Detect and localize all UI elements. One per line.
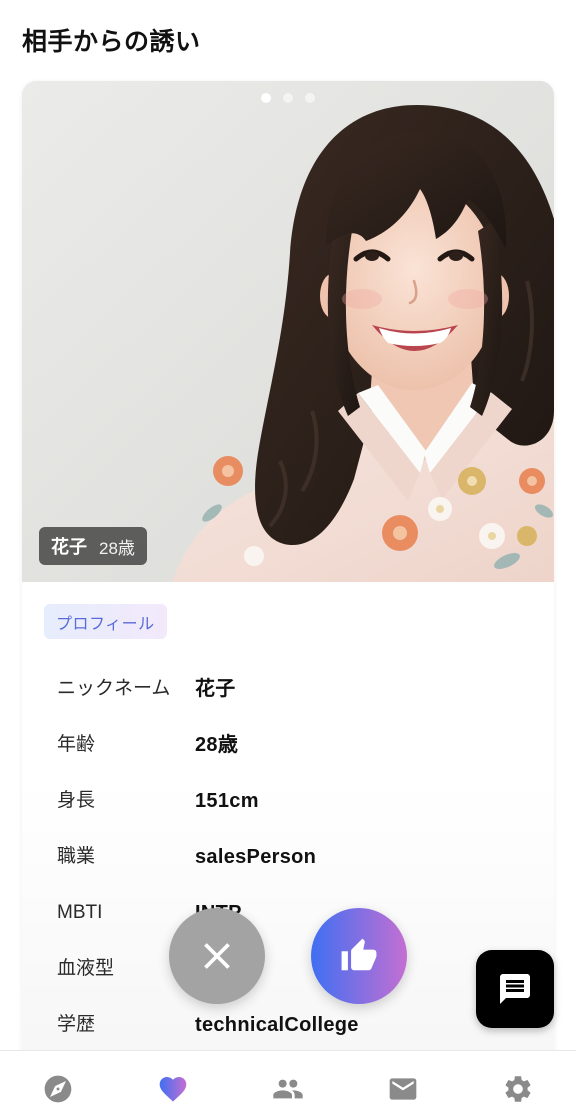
profile-row-nickname: ニックネーム 花子 bbox=[22, 661, 554, 717]
pagination-dot[interactable] bbox=[305, 93, 315, 103]
mail-icon bbox=[389, 1078, 417, 1100]
badge-age: 28歳 bbox=[99, 538, 135, 558]
row-label: ニックネーム bbox=[57, 678, 171, 699]
pagination-dot[interactable] bbox=[261, 93, 271, 103]
pagination-dot[interactable] bbox=[283, 93, 293, 103]
row-label: 職業 bbox=[57, 846, 96, 867]
badge-name: 花子 bbox=[51, 537, 87, 557]
row-value: 28歳 bbox=[195, 734, 239, 756]
row-label: 学歴 bbox=[57, 1014, 96, 1035]
profile-row-mbti: MBTI INTP bbox=[22, 885, 554, 941]
photo-pagination bbox=[22, 93, 554, 103]
thumb-up-icon bbox=[341, 938, 377, 971]
photo-area[interactable]: 花子 28歳 bbox=[22, 81, 554, 582]
row-value: technicalCollege bbox=[195, 1014, 359, 1036]
gear-icon bbox=[505, 1076, 531, 1102]
dislike-button[interactable] bbox=[169, 908, 265, 1004]
profile-row-blood-type: 血液型 bbox=[22, 941, 554, 997]
people-icon bbox=[273, 1079, 303, 1099]
profile-row-education: 学歴 technicalCollege bbox=[22, 997, 554, 1053]
profile-rows: ニックネーム 花子 年齢 28歳 身長 151cm 職業 salesPerson… bbox=[22, 661, 554, 1053]
close-icon bbox=[204, 943, 230, 969]
nav-settings[interactable] bbox=[461, 1051, 576, 1120]
row-value: 花子 bbox=[195, 678, 236, 700]
row-label: 年齢 bbox=[57, 734, 96, 755]
nav-likes[interactable] bbox=[115, 1051, 230, 1120]
like-button[interactable] bbox=[311, 908, 407, 1004]
nav-discover[interactable] bbox=[0, 1051, 115, 1120]
profile-row-age: 年齢 28歳 bbox=[22, 717, 554, 773]
row-value: 151cm bbox=[195, 790, 259, 812]
profile-row-height: 身長 151cm bbox=[22, 773, 554, 829]
nav-messages[interactable] bbox=[346, 1051, 461, 1120]
bottom-nav bbox=[0, 1050, 576, 1120]
row-label: 血液型 bbox=[57, 958, 115, 979]
compass-icon bbox=[44, 1075, 71, 1103]
row-value: salesPerson bbox=[195, 846, 317, 868]
profile-section-tag: プロフィール bbox=[44, 604, 167, 639]
profile-row-occupation: 職業 salesPerson bbox=[22, 829, 554, 885]
chat-button[interactable] bbox=[476, 950, 554, 1028]
row-label: 身長 bbox=[57, 790, 96, 811]
chat-icon bbox=[500, 974, 530, 1004]
profile-card[interactable]: 花子 28歳 プロフィール ニックネーム 花子 年齢 28歳 身長 151cm … bbox=[22, 81, 554, 1071]
nav-friends[interactable] bbox=[230, 1051, 345, 1120]
page-title: 相手からの誘い bbox=[22, 28, 201, 56]
row-label: MBTI bbox=[57, 902, 103, 923]
heart-icon bbox=[159, 1077, 187, 1102]
profile-photo bbox=[22, 81, 554, 582]
name-age-badge: 花子 28歳 bbox=[39, 527, 147, 565]
